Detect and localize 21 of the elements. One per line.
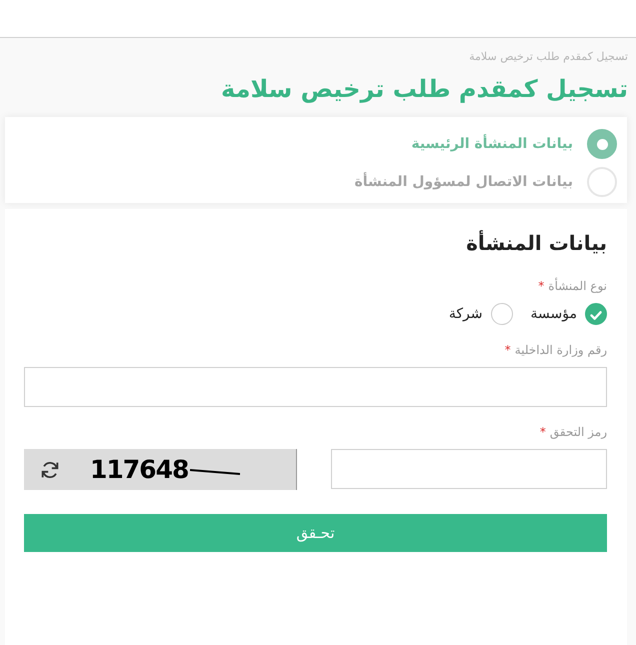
captcha-input[interactable] [331, 449, 607, 489]
required-mark: * [504, 343, 511, 357]
field-label: نوع المنشأة [548, 279, 607, 293]
step-label[interactable]: بيانات المنشأة الرئيسية [411, 136, 573, 152]
input-field[interactable] [24, 367, 607, 407]
field-label: رقم وزارة الداخلية [514, 343, 607, 357]
step-indicator[interactable] [587, 129, 617, 159]
required-mark: * [538, 279, 544, 293]
radio-label[interactable]: مؤسسة [530, 306, 577, 322]
radio-label[interactable]: شركة [448, 306, 483, 322]
checked-radio-icon[interactable] [585, 303, 607, 325]
verify-button[interactable]: تحـقق [24, 514, 607, 552]
section-title: بيانات المنشأة [465, 231, 607, 255]
required-mark: * [540, 425, 546, 439]
step-label[interactable]: بيانات الاتصال لمسؤول المنشأة [354, 174, 573, 190]
captcha-code: 117648 [90, 455, 188, 484]
page-title: تسجيل كمقدم طلب ترخيص سلامة [220, 75, 628, 103]
radio-button[interactable] [490, 303, 513, 325]
strike-line [190, 468, 240, 476]
breadcrumb: تسجيل كمقدم طلب ترخيص سلامة [468, 50, 628, 63]
field-label: رمز التحقق [550, 425, 607, 439]
